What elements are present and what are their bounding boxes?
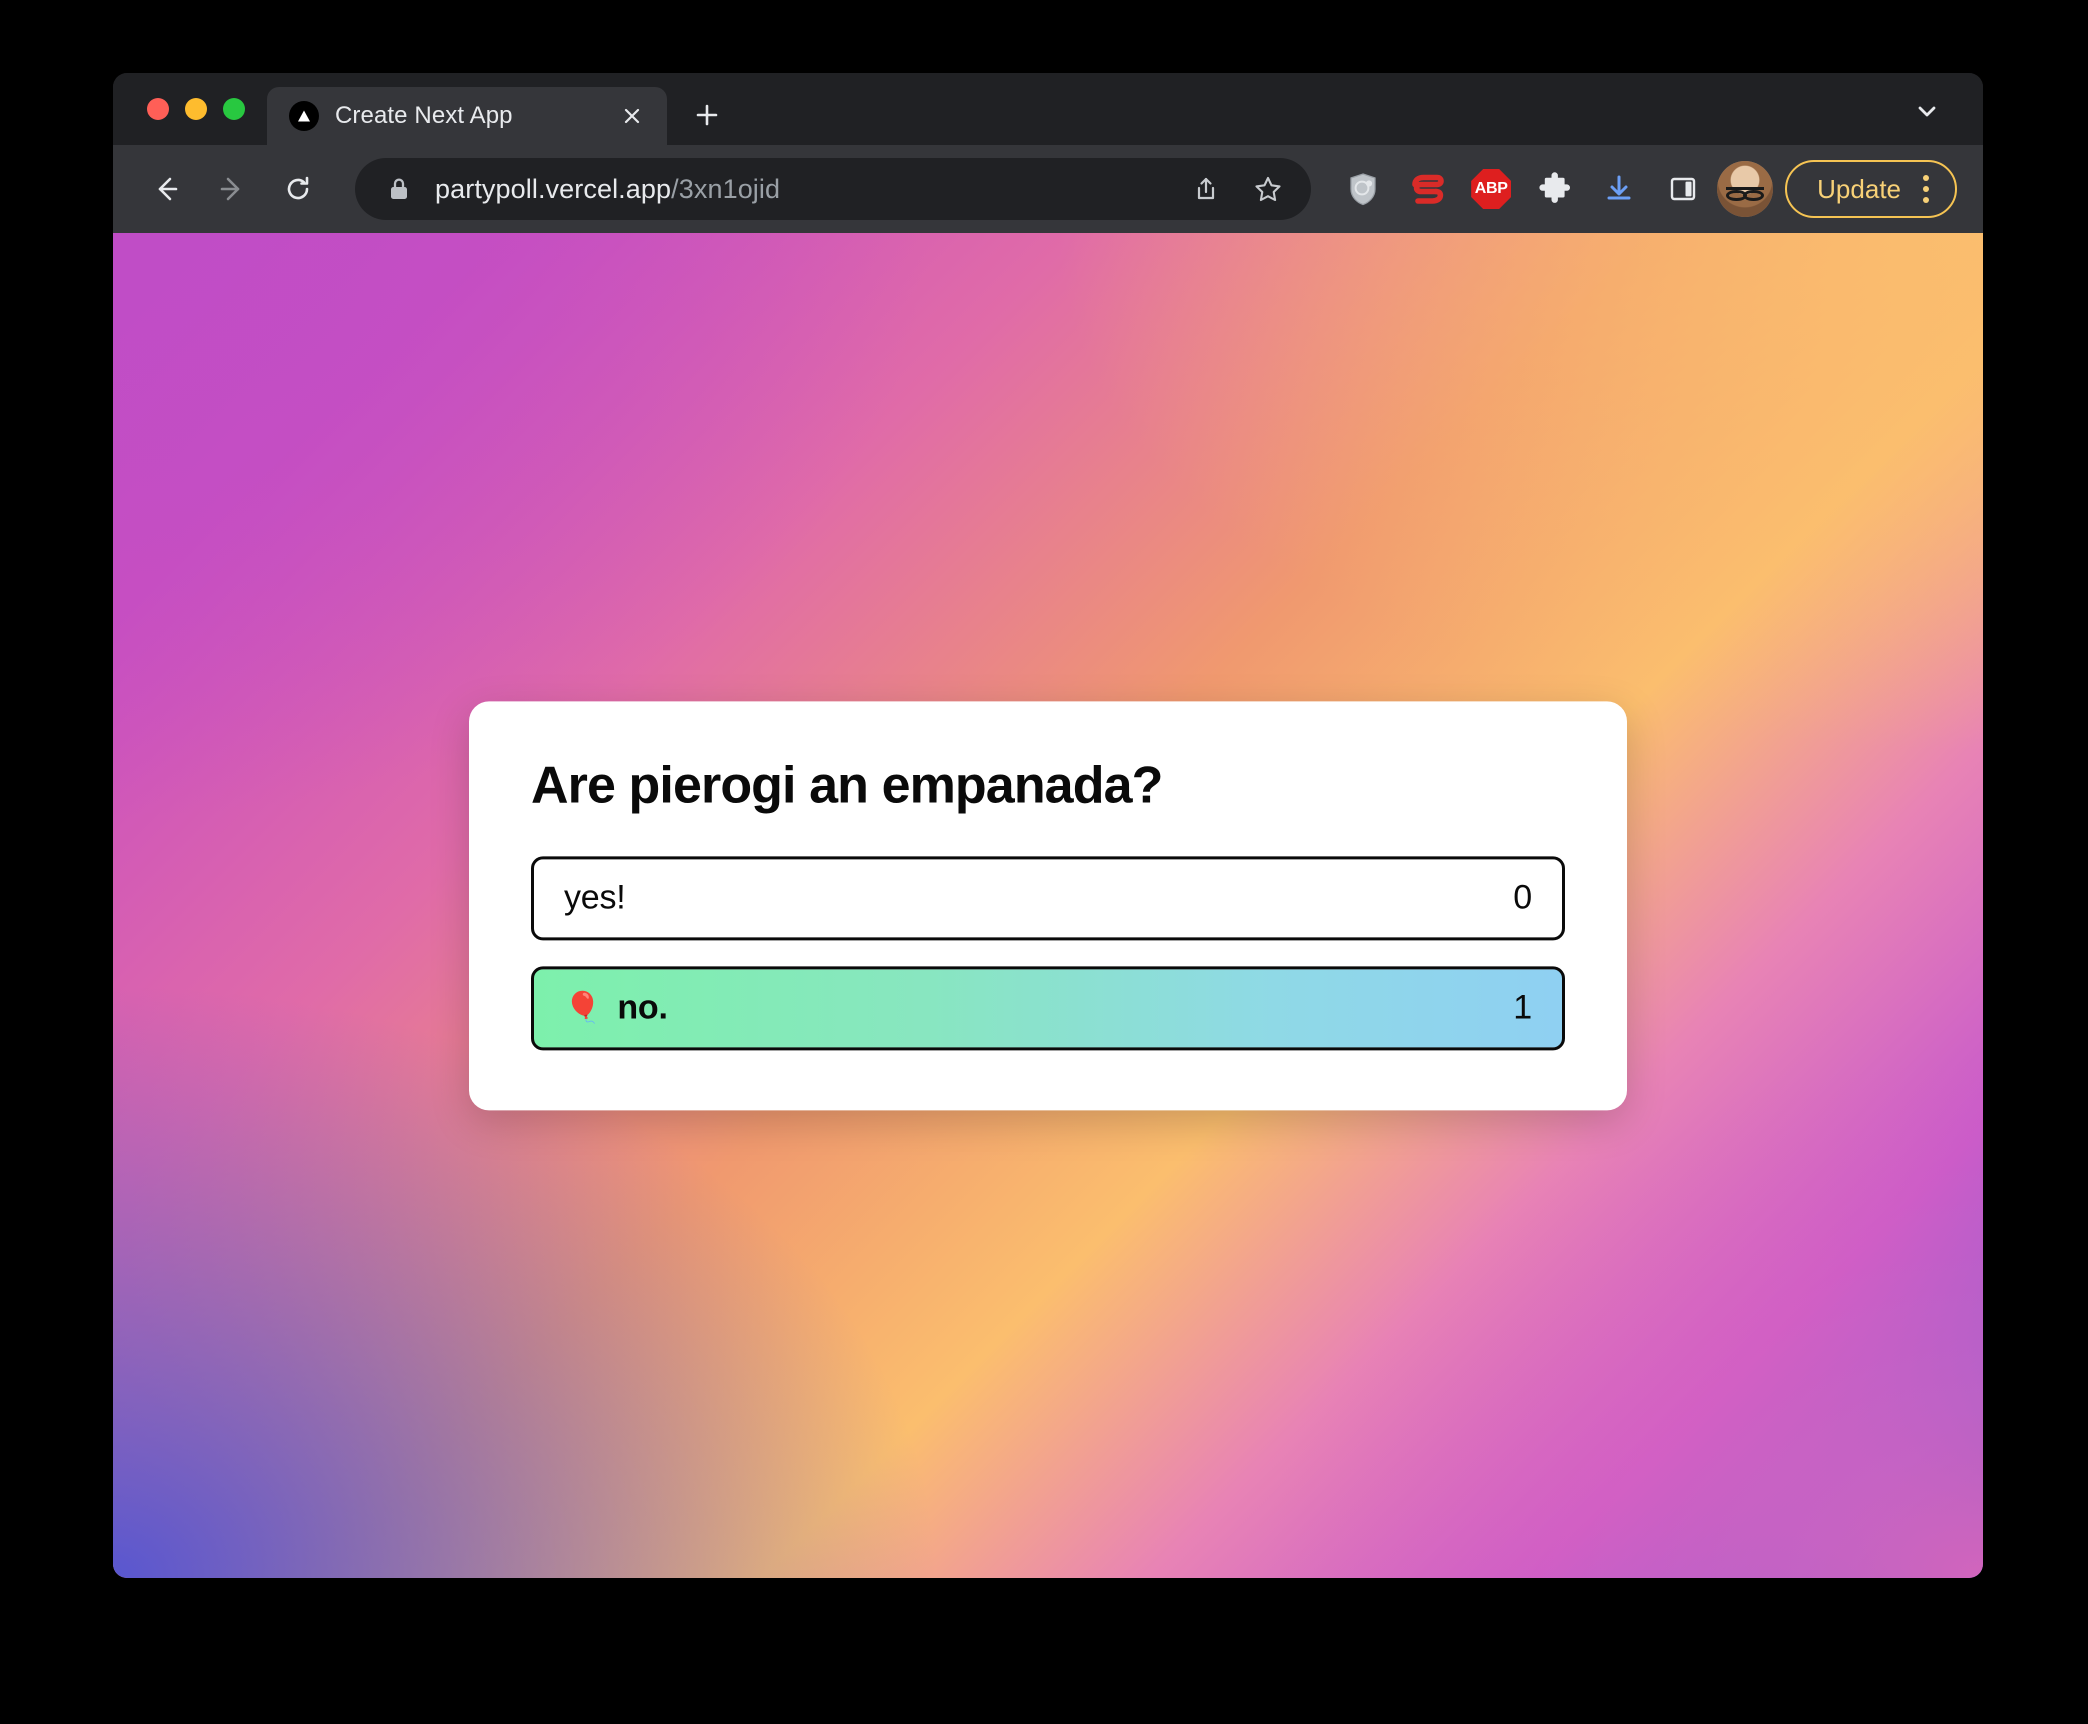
forward-button[interactable]: [201, 158, 263, 220]
tab-strip: Create Next App: [113, 73, 1983, 145]
url-domain: partypoll.vercel.app: [435, 173, 672, 204]
window-maximize-button[interactable]: [223, 98, 245, 120]
poll-option-no-count: 1: [1513, 988, 1532, 1027]
lock-icon: [385, 176, 413, 202]
avatar-glasses: [1726, 186, 1765, 202]
browser-window: Create Next App partypoll.vercel.app/3xn…: [113, 73, 1983, 1578]
poll-option-no-left: 🎈 no.: [564, 989, 668, 1028]
extensions-area: ABP: [1335, 161, 1711, 217]
browser-tab-create-next-app[interactable]: Create Next App: [267, 87, 667, 145]
back-button[interactable]: [135, 158, 197, 220]
poll-option-no-label: no.: [617, 988, 668, 1027]
new-tab-button[interactable]: [683, 91, 731, 139]
expressvpn-icon[interactable]: [1399, 161, 1455, 217]
kebab-menu-icon[interactable]: [1923, 175, 1929, 203]
update-button[interactable]: Update: [1785, 160, 1957, 218]
address-bar[interactable]: partypoll.vercel.app/3xn1ojid: [355, 158, 1312, 220]
poll-card: Are pierogi an empanada? yes! 0 🎈 no. 1: [469, 700, 1627, 1111]
tab-close-icon[interactable]: [615, 99, 649, 133]
star-icon[interactable]: [1239, 160, 1297, 218]
poll-option-no[interactable]: 🎈 no. 1: [531, 966, 1565, 1051]
browser-toolbar: partypoll.vercel.app/3xn1ojid ABP Update: [113, 145, 1983, 233]
poll-option-yes-left: yes!: [564, 879, 626, 918]
side-panel-icon[interactable]: [1655, 161, 1711, 217]
poll-option-yes-count: 0: [1513, 878, 1532, 917]
share-icon[interactable]: [1177, 160, 1235, 218]
reload-button[interactable]: [267, 158, 329, 220]
window-close-button[interactable]: [147, 98, 169, 120]
chevron-down-icon[interactable]: [1897, 81, 1957, 141]
extensions-puzzle-icon[interactable]: [1527, 161, 1583, 217]
url-text: partypoll.vercel.app/3xn1ojid: [435, 174, 1177, 205]
balloon-icon: 🎈: [564, 991, 602, 1025]
privacy-shield-icon[interactable]: [1335, 161, 1391, 217]
window-minimize-button[interactable]: [185, 98, 207, 120]
page-viewport: Are pierogi an empanada? yes! 0 🎈 no. 1: [113, 233, 1983, 1578]
adblock-plus-icon[interactable]: ABP: [1463, 161, 1519, 217]
tab-title: Create Next App: [335, 102, 513, 129]
window-traffic-lights: [113, 73, 267, 145]
profile-avatar[interactable]: [1717, 161, 1774, 217]
downloads-icon[interactable]: [1591, 161, 1647, 217]
update-button-label: Update: [1817, 173, 1901, 204]
url-path: /3xn1ojid: [671, 173, 781, 204]
poll-question: Are pierogi an empanada?: [531, 755, 1163, 814]
adblock-plus-label: ABP: [1471, 169, 1512, 209]
nextjs-triangle-icon: [289, 101, 319, 131]
omnibox-actions: [1177, 160, 1297, 218]
poll-option-yes[interactable]: yes! 0: [531, 856, 1565, 941]
poll-option-yes-label: yes!: [564, 878, 626, 917]
